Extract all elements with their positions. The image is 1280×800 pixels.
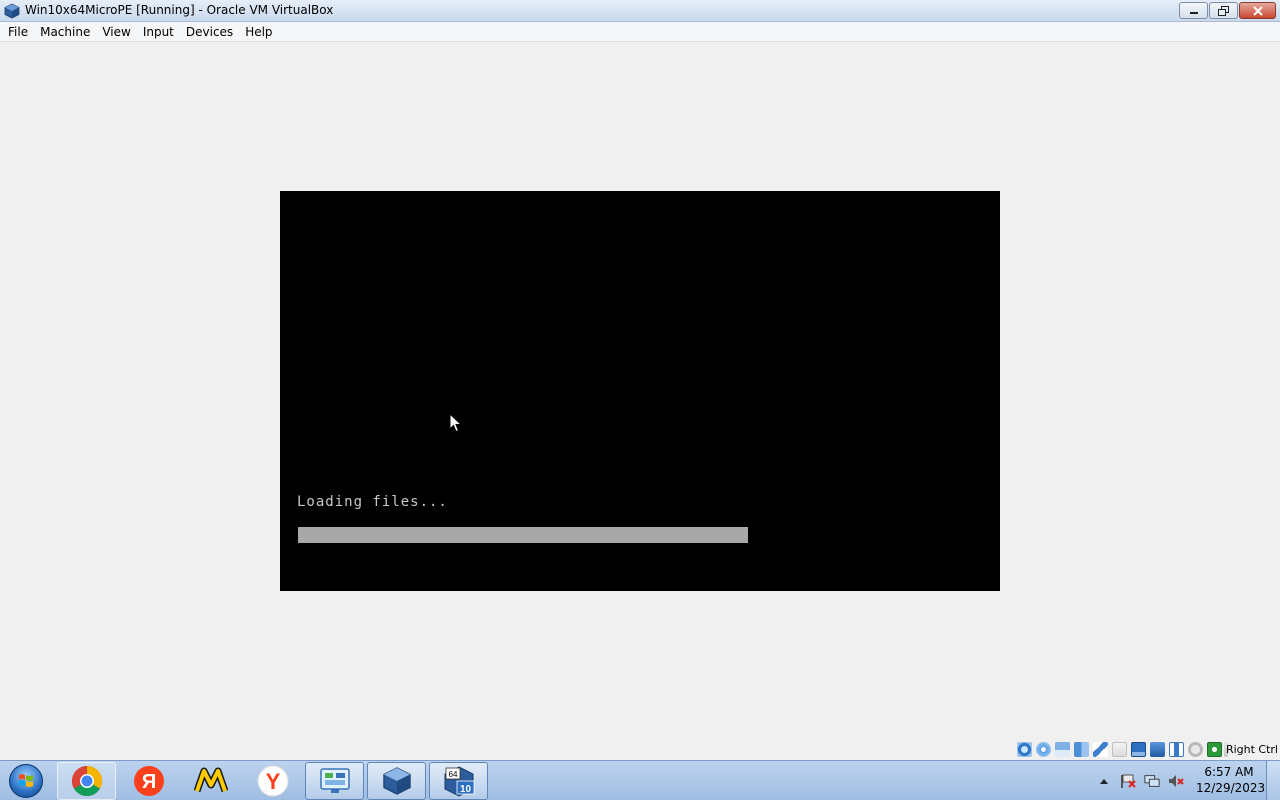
shared-folders-icon[interactable] bbox=[1112, 742, 1127, 757]
taskbar-virtualbox[interactable] bbox=[367, 762, 426, 800]
loading-progress-fill bbox=[298, 527, 748, 543]
chrome-icon bbox=[71, 766, 102, 797]
floppy-icon[interactable] bbox=[1055, 742, 1070, 757]
vm-status-bar: Right Ctrl bbox=[0, 740, 1280, 760]
usb-icon[interactable] bbox=[1093, 742, 1108, 757]
svg-text:Y: Y bbox=[265, 769, 280, 794]
show-hidden-icons-button[interactable] bbox=[1096, 773, 1112, 789]
taskbar-yandex-browser[interactable]: Y bbox=[243, 762, 302, 800]
menu-help[interactable]: Help bbox=[239, 22, 278, 42]
taskbar-yandex[interactable]: Я bbox=[119, 762, 178, 800]
virtualbox-icon bbox=[382, 767, 411, 795]
vm-screen[interactable]: Loading files... bbox=[280, 191, 1000, 591]
network-tray-button[interactable] bbox=[1144, 773, 1160, 789]
action-center-button[interactable] bbox=[1120, 773, 1136, 789]
windows-logo-icon bbox=[9, 764, 43, 798]
loading-text: Loading files... bbox=[297, 494, 448, 510]
show-hidden-icons-icon bbox=[1100, 779, 1108, 784]
cpu-icon[interactable] bbox=[1188, 742, 1203, 757]
svg-text:64: 64 bbox=[448, 770, 457, 779]
close-icon bbox=[1252, 5, 1263, 16]
taskbar-vm-window[interactable]: 64 10 bbox=[429, 762, 488, 800]
taskbar: Я Y 64 10 6:57 AM 12/29/2023 bbox=[0, 760, 1280, 800]
minimize-icon bbox=[1189, 11, 1198, 14]
optical-disk-icon[interactable] bbox=[1036, 742, 1051, 757]
display-icon[interactable] bbox=[1131, 742, 1146, 757]
restore-icon bbox=[1217, 5, 1229, 16]
menu-file[interactable]: File bbox=[2, 22, 34, 42]
volume-button[interactable] bbox=[1168, 773, 1184, 789]
minimize-button[interactable] bbox=[1179, 2, 1208, 19]
yandex-letter-icon: Я bbox=[133, 766, 164, 796]
vrde-icon[interactable] bbox=[1169, 742, 1184, 757]
virtualbox-icon bbox=[4, 3, 20, 19]
yandex-browser-icon: Y bbox=[257, 765, 288, 797]
mouse-integration-icon[interactable] bbox=[1207, 742, 1222, 757]
mouse-pointer-icon bbox=[449, 413, 463, 433]
system-tray bbox=[1096, 769, 1192, 793]
svg-text:10: 10 bbox=[459, 784, 471, 795]
clock-time: 6:57 AM bbox=[1204, 765, 1254, 779]
action-center-flag-icon bbox=[1121, 774, 1136, 788]
clock[interactable]: 6:57 AM 12/29/2023 bbox=[1196, 764, 1266, 796]
vm-display-area[interactable]: Loading files... bbox=[0, 43, 1280, 740]
restore-button[interactable] bbox=[1209, 2, 1238, 19]
menu-bar: File Machine View Input Devices Help bbox=[0, 22, 1280, 42]
start-button[interactable] bbox=[4, 762, 48, 800]
menu-machine[interactable]: Machine bbox=[34, 22, 96, 42]
close-button[interactable] bbox=[1239, 2, 1276, 19]
menu-view[interactable]: View bbox=[96, 22, 136, 42]
video-capture-icon[interactable] bbox=[1150, 742, 1165, 757]
svg-text:Я: Я bbox=[141, 771, 155, 793]
taskbar-yandex-market[interactable] bbox=[181, 762, 240, 800]
loading-progress-bar bbox=[298, 527, 748, 543]
menu-devices[interactable]: Devices bbox=[180, 22, 239, 42]
show-desktop-button[interactable] bbox=[1266, 761, 1280, 800]
menu-input[interactable]: Input bbox=[137, 22, 180, 42]
network-icon bbox=[1144, 775, 1160, 787]
market-m-icon bbox=[193, 767, 228, 793]
volume-muted-icon bbox=[1169, 775, 1184, 787]
control-panel-icon bbox=[319, 768, 350, 793]
network-icon[interactable] bbox=[1074, 742, 1089, 757]
taskbar-chrome[interactable] bbox=[57, 762, 116, 800]
vm-instance-icon: 64 10 bbox=[444, 766, 474, 797]
hard-disk-icon[interactable] bbox=[1017, 742, 1032, 757]
window-title: Win10x64MicroPE [Running] - Oracle VM Vi… bbox=[25, 3, 334, 17]
title-bar[interactable]: Win10x64MicroPE [Running] - Oracle VM Vi… bbox=[0, 0, 1280, 22]
host-key-label[interactable]: Right Ctrl bbox=[1226, 743, 1278, 756]
clock-date: 12/29/2023 bbox=[1196, 781, 1266, 795]
taskbar-control-panel[interactable] bbox=[305, 762, 364, 800]
